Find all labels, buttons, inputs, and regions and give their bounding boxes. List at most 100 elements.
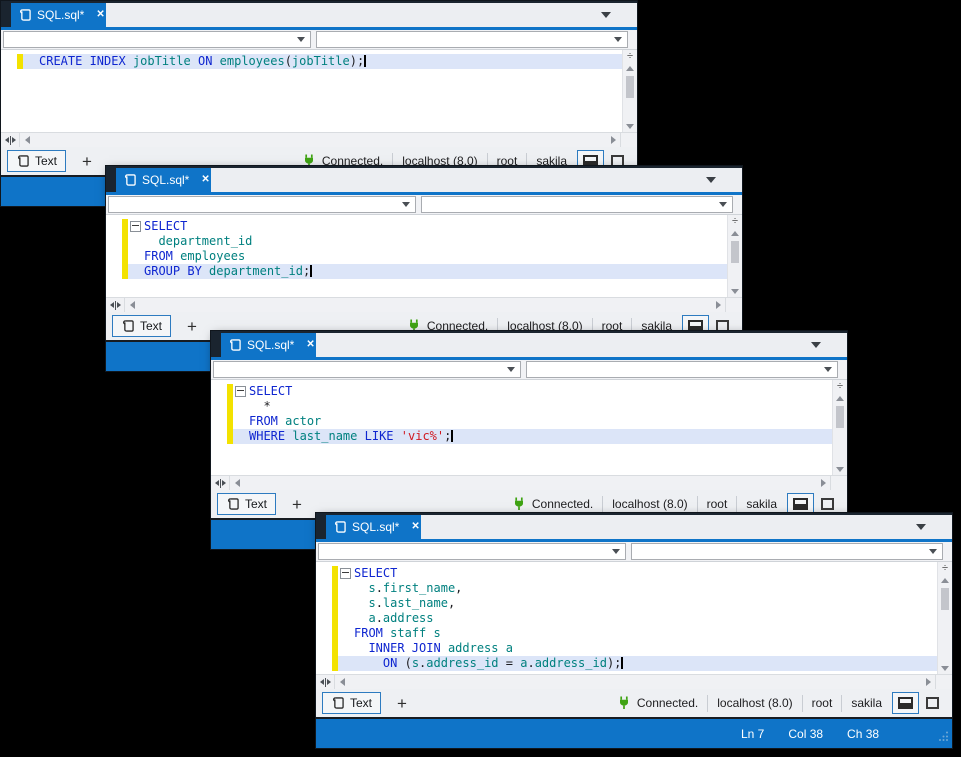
splitter-handle-icon[interactable] (1, 133, 20, 147)
new-document-button[interactable]: + (82, 153, 92, 170)
fold-collapse-icon[interactable] (130, 221, 141, 232)
code-line[interactable]: FROM actor (211, 414, 833, 429)
code-line[interactable]: s.last_name, (316, 596, 938, 611)
code-line[interactable]: SELECT (211, 384, 833, 399)
horizontal-scrollbar[interactable] (316, 674, 952, 689)
splitter-handle-icon[interactable] (106, 298, 125, 312)
scroll-up-icon[interactable] (623, 62, 637, 74)
fold-collapse-icon[interactable] (235, 386, 246, 397)
current-code-line[interactable]: WHERE last_name LIKE 'vic%'; (211, 429, 833, 444)
close-tab-icon[interactable]: ✕ (306, 340, 314, 350)
vertical-scrollbar[interactable]: ÷ (937, 562, 952, 674)
scroll-right-icon[interactable] (921, 675, 935, 689)
text-view-button[interactable]: Text (7, 150, 66, 172)
splitter-handle-icon[interactable]: ÷ (837, 380, 843, 392)
scroll-right-icon[interactable] (711, 298, 725, 312)
splitter-handle-icon[interactable] (211, 476, 230, 490)
code-line[interactable]: INNER JOIN address a (316, 641, 938, 656)
document-list-dropdown-icon[interactable] (811, 342, 821, 348)
left-combobox[interactable] (318, 543, 626, 560)
sql-code-editor[interactable]: SELECT department_idFROM employeesGROUP … (106, 215, 728, 297)
code-line[interactable]: a.address (316, 611, 938, 626)
chevron-down-icon (402, 202, 410, 207)
scroll-left-icon[interactable] (20, 133, 34, 147)
code-line[interactable]: s.first_name, (316, 581, 938, 596)
scroll-left-icon[interactable] (335, 675, 349, 689)
results-pane-hidden-button[interactable] (919, 692, 946, 714)
results-pane-bottom-button[interactable] (892, 692, 919, 714)
close-tab-icon[interactable]: ✕ (411, 522, 419, 532)
right-combobox[interactable] (631, 543, 943, 560)
scroll-down-icon[interactable] (623, 120, 637, 132)
right-combobox[interactable] (316, 31, 628, 48)
horizontal-scrollbar-track[interactable] (34, 133, 606, 147)
horizontal-scrollbar[interactable] (106, 297, 742, 312)
scroll-up-icon[interactable] (938, 574, 952, 586)
horizontal-scrollbar[interactable] (1, 132, 637, 147)
scroll-right-icon[interactable] (816, 476, 830, 490)
sql-document-tab[interactable]: SQL.sql* ✕ (221, 333, 316, 357)
caret-ln-label: Ln 7 (741, 727, 764, 741)
sql-document-icon (18, 8, 32, 22)
vertical-scrollbar[interactable]: ÷ (727, 215, 742, 297)
scroll-down-icon[interactable] (728, 285, 742, 297)
scroll-left-icon[interactable] (230, 476, 244, 490)
scroll-left-icon[interactable] (125, 298, 139, 312)
code-line[interactable]: SELECT (106, 219, 728, 234)
code-line[interactable]: * (211, 399, 833, 414)
scroll-up-icon[interactable] (833, 392, 847, 404)
code-line[interactable]: FROM staff s (316, 626, 938, 641)
splitter-handle-icon[interactable]: ÷ (942, 562, 948, 574)
splitter-handle-icon[interactable]: ÷ (732, 215, 738, 227)
splitter-handle-icon[interactable] (316, 675, 335, 689)
resize-grip[interactable] (938, 731, 949, 745)
document-list-dropdown-icon[interactable] (601, 12, 611, 18)
vertical-scrollbar-thumb[interactable] (626, 76, 634, 98)
text-view-button[interactable]: Text (217, 493, 276, 515)
vertical-scrollbar-thumb[interactable] (731, 241, 739, 263)
vertical-scrollbar-thumb[interactable] (941, 588, 949, 610)
sql-document-tab[interactable]: SQL.sql* ✕ (11, 3, 106, 27)
document-list-dropdown-icon[interactable] (916, 524, 926, 530)
vertical-scrollbar-thumb[interactable] (836, 406, 844, 428)
scroll-down-icon[interactable] (938, 662, 952, 674)
vertical-scrollbar[interactable]: ÷ (832, 380, 847, 475)
left-combobox[interactable] (213, 361, 521, 378)
text-view-button[interactable]: Text (322, 692, 381, 714)
left-combobox[interactable] (108, 196, 416, 213)
scroll-right-icon[interactable] (606, 133, 620, 147)
left-combobox[interactable] (3, 31, 311, 48)
document-list-dropdown-icon[interactable] (706, 177, 716, 183)
sql-code-editor[interactable]: SELECT *FROM actorWHERE last_name LIKE '… (211, 380, 833, 475)
sql-code-editor[interactable]: SELECT s.first_name, s.last_name, a.addr… (316, 562, 938, 674)
text-view-button[interactable]: Text (112, 315, 171, 337)
vertical-scrollbar[interactable]: ÷ (622, 50, 637, 132)
code-line[interactable]: FROM employees (106, 249, 728, 264)
new-document-button[interactable]: + (187, 318, 197, 335)
new-document-button[interactable]: + (397, 695, 407, 712)
splitter-handle-icon[interactable]: ÷ (627, 50, 633, 62)
code-line[interactable]: department_id (106, 234, 728, 249)
text-view-label: Text (35, 154, 57, 168)
code-line[interactable]: SELECT (316, 566, 938, 581)
close-tab-icon[interactable]: ✕ (201, 175, 209, 185)
close-tab-icon[interactable]: ✕ (96, 10, 104, 20)
editor-gutter (106, 234, 122, 249)
new-document-button[interactable]: + (292, 496, 302, 513)
sql-code-editor[interactable]: CREATE INDEX jobTitle ON employees(jobTi… (1, 50, 623, 132)
fold-collapse-icon[interactable] (340, 568, 351, 579)
right-combobox[interactable] (421, 196, 733, 213)
horizontal-scrollbar[interactable] (211, 475, 847, 490)
sql-document-tab[interactable]: SQL.sql* ✕ (326, 515, 421, 539)
current-code-line[interactable]: GROUP BY department_id; (106, 264, 728, 279)
right-combobox[interactable] (526, 361, 838, 378)
horizontal-scrollbar-track[interactable] (139, 298, 711, 312)
sql-document-tab[interactable]: SQL.sql* ✕ (116, 168, 211, 192)
scroll-down-icon[interactable] (833, 463, 847, 475)
tab-bar-edge (1, 1, 11, 27)
scroll-up-icon[interactable] (728, 227, 742, 239)
current-code-line[interactable]: ON (s.address_id = a.address_id); (316, 656, 938, 671)
horizontal-scrollbar-track[interactable] (244, 476, 816, 490)
horizontal-scrollbar-track[interactable] (349, 675, 921, 689)
current-code-line[interactable]: CREATE INDEX jobTitle ON employees(jobTi… (1, 54, 623, 69)
